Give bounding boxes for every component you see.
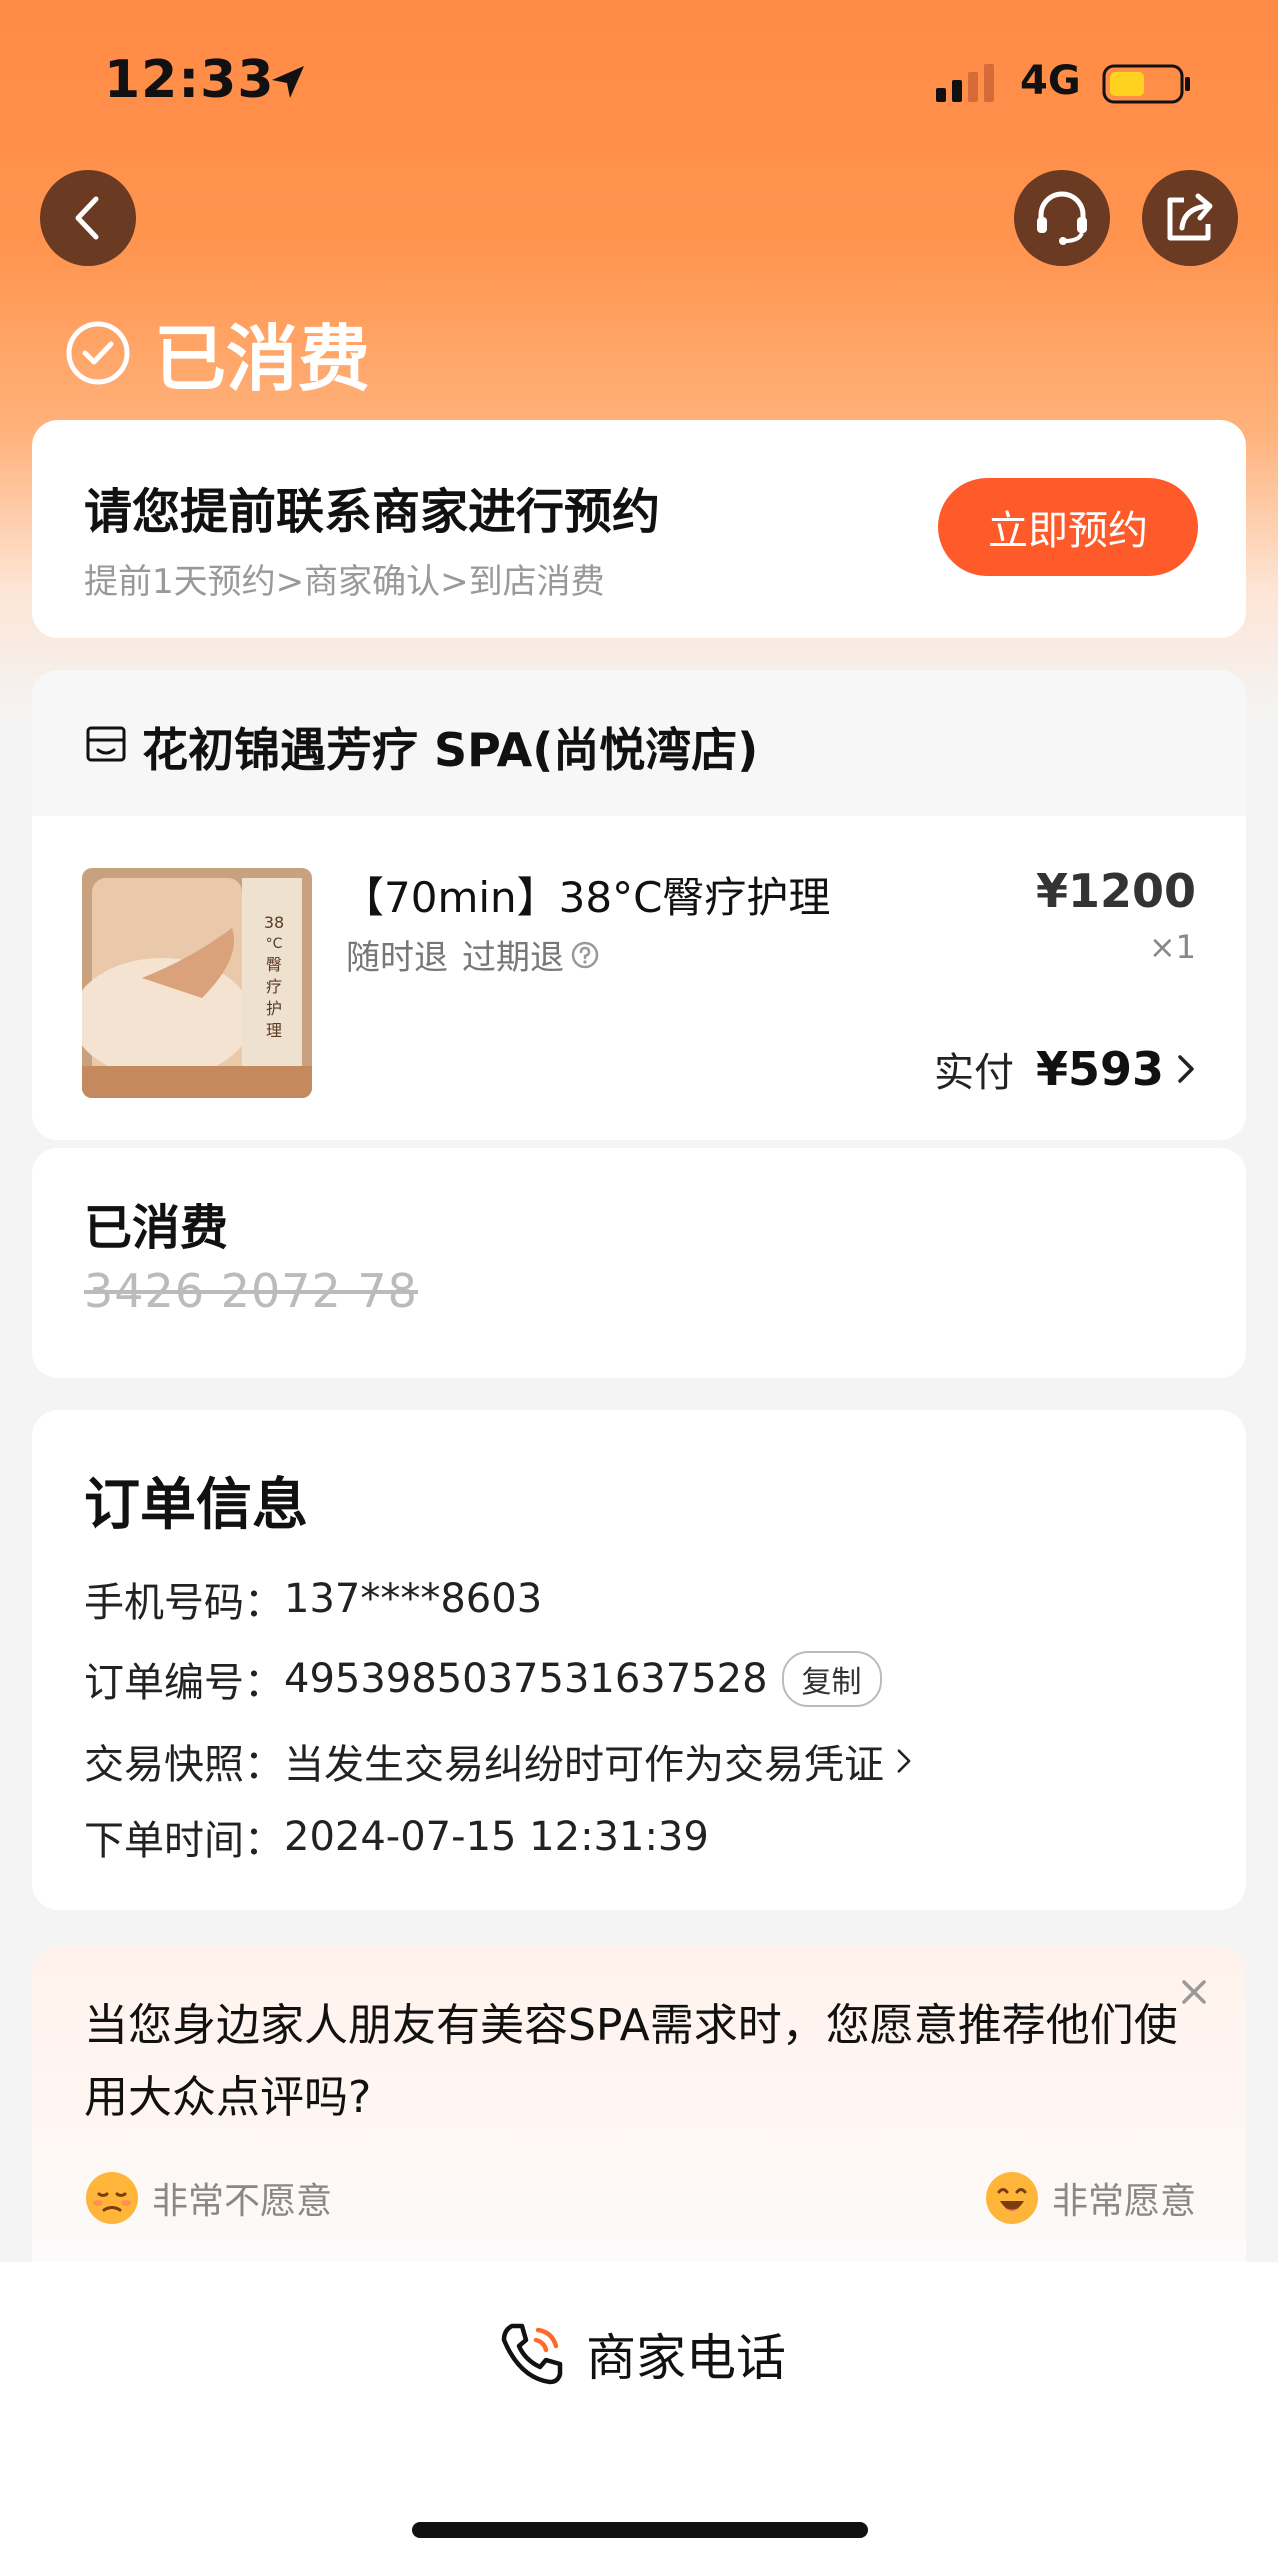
happy-face-icon: [985, 2172, 1038, 2224]
booking-title: 请您提前联系商家进行预约: [84, 484, 661, 540]
book-now-button[interactable]: 立即预约: [938, 478, 1198, 576]
close-icon[interactable]: [1172, 1970, 1216, 2014]
product-price: ¥1200: [1035, 864, 1196, 918]
product-thumbnail: 38 °C 臀 疗 护 理: [82, 868, 312, 1098]
svg-text:疗: 疗: [266, 977, 282, 996]
customer-service-button[interactable]: [1014, 170, 1110, 266]
order-number-label: 订单编号：: [84, 1660, 284, 1706]
survey-option-unwilling-label: 非常不愿意: [152, 2181, 333, 2222]
order-status-text: 已消费: [154, 317, 371, 401]
merchant-phone-button[interactable]: 商家电话: [494, 2316, 786, 2392]
survey-question: 当您身边家人朋友有美容SPA需求时，您愿意推荐他们使用大众点评吗?: [84, 2000, 1178, 2123]
paid-value: ¥593: [1035, 1042, 1164, 1096]
order-time-value: 2024-07-15 12:31:39: [284, 1814, 709, 1860]
voucher-code: 3426 2072 78: [84, 1264, 418, 1318]
refund-expired-tag: 过期退: [462, 938, 564, 978]
booking-steps: 提前1天预约>商家确认>到店消费: [84, 562, 605, 602]
back-icon: [75, 196, 99, 240]
order-number-row: 订单编号： 4953985037531637528 复制: [84, 1650, 882, 1708]
phone-row: 手机号码： 137****8603: [84, 1570, 542, 1628]
survey-option-willing[interactable]: 非常愿意: [984, 2170, 1196, 2226]
phone-label: 手机号码：: [84, 1580, 284, 1626]
phone-value: 137****8603: [284, 1576, 543, 1622]
bottom-bar: 商家电话: [0, 2262, 1278, 2568]
snapshot-value: 当发生交易纠纷时可作为交易凭证: [284, 1742, 884, 1788]
survey-card: 当您身边家人朋友有美容SPA需求时，您愿意推荐他们使用大众点评吗? 非常不愿意 …: [32, 1946, 1246, 2268]
order-number-value: 4953985037531637528: [284, 1656, 768, 1702]
snapshot-label: 交易快照：: [84, 1742, 284, 1788]
order-info-title: 订单信息: [84, 1473, 308, 1538]
merchant-phone-label: 商家电话: [586, 2329, 786, 2387]
shop-header[interactable]: 花初锦遇芳疗 SPA(尚悦湾店): [32, 670, 1246, 816]
product-image[interactable]: 38 °C 臀 疗 护 理: [82, 868, 312, 1098]
shop-icon: [86, 726, 126, 762]
survey-option-willing-label: 非常愿意: [1051, 2181, 1196, 2222]
order-time-row: 下单时间： 2024-07-15 12:31:39: [84, 1808, 709, 1866]
battery-icon: [1102, 64, 1190, 104]
chevron-right-icon: [1178, 1055, 1194, 1083]
shop-card: 花初锦遇芳疗 SPA(尚悦湾店) 38 °C 臀 疗 护 理 【70min】38…: [32, 670, 1246, 1140]
voucher-card: 已消费 3426 2072 78: [32, 1148, 1246, 1378]
share-button[interactable]: [1142, 170, 1238, 266]
paid-label: 实付: [933, 1050, 1014, 1096]
status-bar: 12:33 4G: [0, 0, 1278, 170]
order-time-label: 下单时间：: [84, 1818, 284, 1864]
back-button[interactable]: [40, 170, 136, 266]
customer-service-icon: [1037, 191, 1087, 245]
survey-option-unwilling[interactable]: 非常不愿意: [84, 2170, 332, 2226]
svg-text:臀: 臀: [266, 955, 282, 974]
product-title[interactable]: 【70min】38°C臀疗护理: [342, 864, 830, 925]
product-quantity: ×1: [1148, 928, 1196, 966]
order-info-card: 订单信息 手机号码： 137****8603 订单编号： 49539850375…: [32, 1410, 1246, 1910]
home-indicator: [412, 2522, 868, 2538]
refund-anytime-tag: 随时退: [346, 938, 448, 978]
shop-name: 花初锦遇芳疗 SPA(尚悦湾店): [142, 723, 759, 777]
sad-face-icon: [86, 2172, 138, 2224]
snapshot-row[interactable]: 交易快照： 当发生交易纠纷时可作为交易凭证: [84, 1732, 916, 1790]
share-icon: [1167, 193, 1213, 241]
question-icon[interactable]: [570, 940, 600, 970]
svg-text:护: 护: [266, 999, 282, 1018]
check-circle-icon: [66, 321, 130, 384]
svg-text:理: 理: [266, 1021, 282, 1040]
chevron-right-icon: [897, 1749, 911, 1773]
paid-amount-row[interactable]: 实付 ¥593: [934, 1040, 1200, 1098]
location-arrow-icon: [272, 66, 304, 98]
svg-text:°C: °C: [266, 936, 283, 952]
copy-button[interactable]: 复制: [781, 1651, 882, 1707]
svg-text:38: 38: [264, 913, 284, 932]
network-label: 4G: [1020, 58, 1081, 104]
status-time: 12:33: [104, 50, 275, 110]
signal-icon: [936, 64, 994, 102]
booking-card: 请您提前联系商家进行预约 提前1天预约>商家确认>到店消费 立即预约: [32, 420, 1246, 638]
voucher-status: 已消费: [84, 1200, 229, 1256]
order-status-title: 已消费: [64, 300, 370, 405]
product-tags: 随时退 过期退: [346, 930, 600, 979]
phone-icon: [501, 2323, 563, 2385]
